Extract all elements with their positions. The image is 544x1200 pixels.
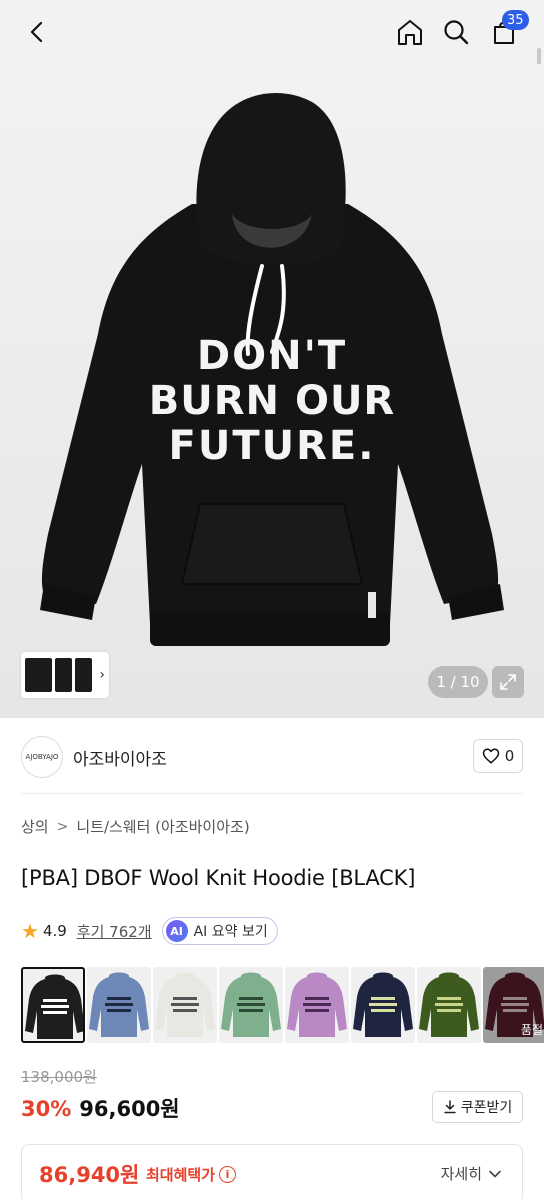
search-button[interactable]	[436, 12, 476, 52]
original-price: 138,000원	[21, 1068, 97, 1086]
swatch-image	[89, 972, 149, 1037]
home-icon	[398, 20, 422, 45]
color-swatch[interactable]	[219, 967, 283, 1043]
price-row: 30% 96,600원	[21, 1093, 180, 1123]
color-swatch[interactable]	[21, 967, 85, 1043]
product-image-gallery[interactable]: DON'T BURN OUR FUTURE. › 1 / 10	[0, 64, 544, 718]
coupon-label: 쿠폰받기	[460, 1100, 513, 1116]
swatch-image	[155, 972, 215, 1037]
rating-score: 4.9	[42, 922, 67, 940]
chevron-left-icon	[30, 21, 43, 43]
home-button[interactable]	[390, 12, 430, 52]
breadcrumb: 상의 > 니트/스웨터 (아조바이아조)	[21, 816, 250, 837]
brand-name[interactable]: 아조바이아조	[73, 745, 167, 770]
product-image: DON'T BURN OUR FUTURE.	[40, 93, 504, 646]
divider	[21, 793, 523, 794]
swatch-image	[419, 972, 479, 1037]
download-icon	[443, 1100, 456, 1114]
soldout-label: 품절	[520, 1023, 543, 1037]
color-swatch[interactable]	[417, 967, 481, 1043]
reviews-link[interactable]: 후기 762개	[77, 921, 152, 942]
detail-button[interactable]: 자세히	[441, 1163, 502, 1184]
artwork-line-2: BURN OUR	[149, 378, 395, 424]
color-swatch[interactable]	[351, 967, 415, 1043]
heart-icon	[482, 748, 499, 764]
ai-summary-label: AI 요약 보기	[193, 924, 268, 940]
chevron-down-icon	[489, 1170, 501, 1177]
brand-row: AJOBYAJO 아조바이아조 0	[0, 730, 544, 784]
max-benefit-text: 최대혜택가	[146, 1166, 216, 1184]
back-button[interactable]	[18, 12, 58, 52]
max-benefit-label: 최대혜택가 i	[146, 1164, 237, 1185]
like-count: 0	[504, 747, 515, 765]
product-title: [PBA] DBOF Wool Knit Hoodie [BLACK]	[21, 866, 416, 890]
color-swatch[interactable]	[285, 967, 349, 1043]
swatch-image	[25, 974, 83, 1039]
like-button[interactable]: 0	[473, 739, 523, 773]
discount-rate: 30%	[21, 1097, 72, 1121]
color-swatch[interactable]: 품절	[483, 967, 544, 1043]
breadcrumb-subcategory[interactable]: 니트/스웨터 (아조바이아조)	[76, 816, 249, 837]
ai-summary-button[interactable]: AI AI 요약 보기	[161, 917, 278, 945]
color-options: 품절	[21, 967, 544, 1043]
chevron-right-icon: ›	[99, 667, 105, 683]
sale-price: 96,600원	[79, 1097, 180, 1121]
artwork-line-3: FUTURE.	[169, 423, 376, 469]
cart-button[interactable]: 35	[484, 10, 529, 52]
search-icon	[444, 20, 469, 45]
max-benefit-price: 86,940원	[39, 1163, 140, 1187]
artwork-line-1: DON'T	[197, 333, 347, 379]
thumbnail[interactable]	[25, 658, 52, 692]
info-icon[interactable]: i	[219, 1166, 237, 1183]
max-benefit-box[interactable]: 86,940원 최대혜택가 i 자세히	[21, 1144, 523, 1200]
breadcrumb-category[interactable]: 상의	[21, 816, 49, 837]
coupon-button[interactable]: 쿠폰받기	[432, 1091, 523, 1123]
top-bar: 35	[0, 0, 544, 84]
image-counter: 1 / 10	[428, 666, 488, 698]
swatch-image	[287, 972, 347, 1037]
star-icon: ★	[21, 919, 39, 943]
rating-row: ★ 4.9 후기 762개 AI AI 요약 보기	[21, 917, 278, 945]
color-swatch[interactable]	[87, 967, 151, 1043]
brand-logo[interactable]: AJOBYAJO	[21, 736, 63, 778]
thumbnail[interactable]	[75, 658, 93, 692]
detail-label: 자세히	[440, 1165, 482, 1183]
expand-image-button[interactable]	[492, 666, 524, 698]
ai-badge-icon: AI	[165, 920, 188, 942]
thumbnail[interactable]	[54, 658, 73, 692]
gallery-thumbnails[interactable]: ›	[21, 652, 109, 698]
swatch-image	[221, 972, 281, 1037]
cart-count-badge: 35	[502, 10, 529, 30]
swatch-image	[353, 972, 413, 1037]
color-swatch[interactable]	[153, 967, 217, 1043]
expand-icon	[500, 674, 516, 690]
chevron-right-icon: >	[56, 818, 69, 835]
